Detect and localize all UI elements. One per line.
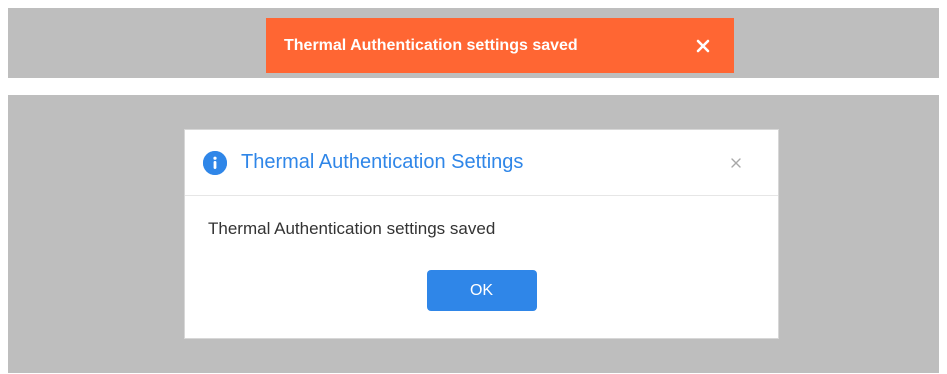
dialog-message: Thermal Authentication settings saved (208, 219, 496, 238)
toast-message: Thermal Authentication settings saved (284, 36, 578, 54)
close-icon[interactable] (694, 37, 712, 55)
dialog-body: Thermal Authentication settings saved (185, 196, 778, 239)
info-icon (203, 150, 227, 175)
dialog-actions: OK (185, 270, 778, 311)
success-toast: Thermal Authentication settings saved (266, 18, 734, 73)
dialog-header: Thermal Authentication Settings (185, 130, 778, 196)
close-icon (731, 157, 741, 168)
dialog-title: Thermal Authentication Settings (241, 151, 524, 173)
info-icon (203, 150, 227, 175)
dialog-overlay: Thermal Authentication Settings Thermal … (8, 95, 939, 373)
close-icon (696, 39, 710, 52)
close-icon[interactable] (728, 155, 744, 171)
info-dialog: Thermal Authentication Settings Thermal … (184, 129, 779, 339)
ok-button[interactable]: OK (426, 270, 537, 311)
toast-area: Thermal Authentication settings saved (8, 8, 939, 78)
